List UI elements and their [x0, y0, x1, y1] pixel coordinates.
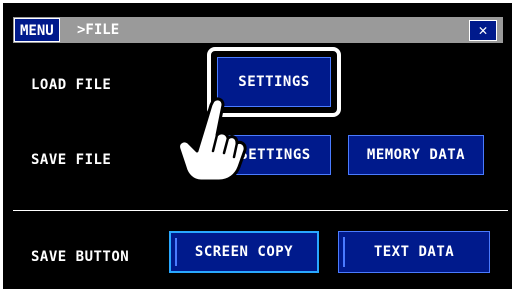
save-button-label: SAVE BUTTON [31, 249, 130, 265]
save-file-label: SAVE FILE [31, 152, 112, 168]
text-data-button[interactable]: TEXT DATA [338, 231, 490, 273]
divider [13, 210, 508, 211]
title-bar: MENU >FILE ✕ [13, 17, 503, 43]
selection-accent [343, 237, 345, 267]
breadcrumb: >FILE [77, 22, 120, 38]
screen-copy-button[interactable]: SCREEN COPY [169, 231, 319, 273]
load-file-label: LOAD FILE [31, 77, 112, 93]
save-memory-data-button[interactable]: MEMORY DATA [348, 135, 484, 175]
close-icon[interactable]: ✕ [469, 20, 497, 41]
menu-button[interactable]: MENU [14, 18, 60, 42]
device-screen: MENU >FILE ✕ LOAD FILE SETTINGS SAVE FIL… [3, 3, 512, 289]
text-data-label: TEXT DATA [373, 244, 455, 260]
screen-copy-label: SCREEN COPY [194, 244, 294, 260]
pointing-hand-icon [177, 97, 247, 183]
selection-accent [175, 238, 177, 266]
